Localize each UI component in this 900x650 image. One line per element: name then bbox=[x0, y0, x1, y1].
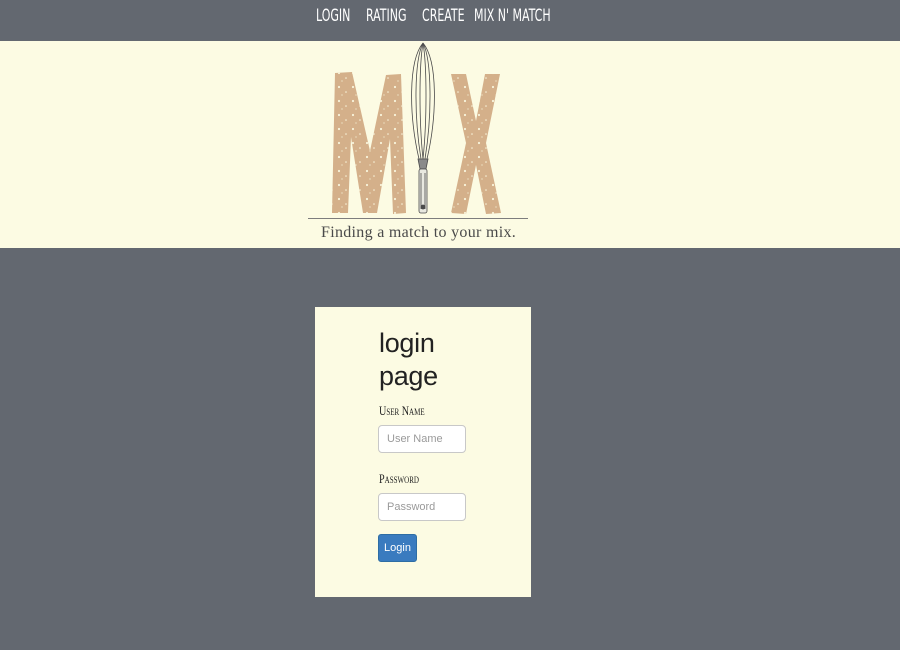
username-input[interactable] bbox=[378, 425, 466, 453]
tagline: Finding a match to your mix. bbox=[321, 224, 517, 241]
nav-rating[interactable]: RATING bbox=[366, 5, 406, 27]
logo-divider bbox=[308, 218, 528, 219]
logo-letter-x bbox=[451, 74, 501, 214]
login-button[interactable]: Login bbox=[378, 534, 417, 562]
logo-letter-m bbox=[332, 72, 406, 214]
top-nav: LOGIN RATING CREATE MIX N' MATCH bbox=[0, 0, 900, 41]
nav-create[interactable]: CREATE bbox=[422, 5, 465, 27]
page-title: login page bbox=[379, 328, 438, 391]
banner: Finding a match to your mix. bbox=[0, 41, 900, 248]
mix-logo-graphic bbox=[332, 42, 501, 214]
username-label: User Name bbox=[379, 403, 425, 418]
password-label: Password bbox=[379, 471, 419, 486]
nav-login[interactable]: LOGIN bbox=[316, 5, 350, 27]
whisk-icon bbox=[411, 42, 435, 214]
page: LOGIN RATING CREATE MIX N' MATCH Finding… bbox=[0, 0, 900, 650]
login-card: login page User Name Password Login bbox=[315, 307, 531, 597]
mix-logo: Finding a match to your mix. bbox=[308, 41, 530, 248]
nav-mix-n-match[interactable]: MIX N' MATCH bbox=[474, 5, 551, 27]
password-input[interactable] bbox=[378, 493, 466, 521]
